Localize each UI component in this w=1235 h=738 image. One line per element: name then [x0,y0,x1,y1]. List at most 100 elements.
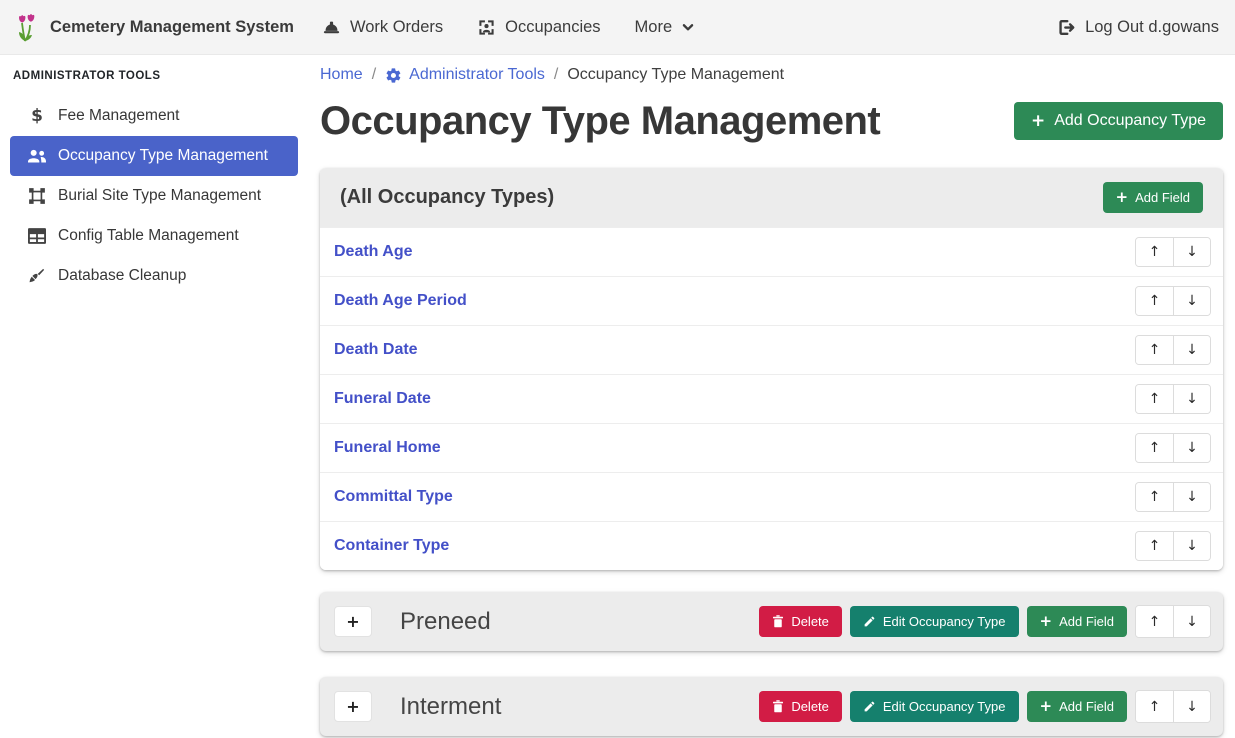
plus-icon: + [1040,614,1053,629]
vector-square-icon [24,187,50,205]
delete-button[interactable]: Delete [759,606,842,637]
move-down-button[interactable]: ↓ [1173,606,1210,637]
edit-occupancy-type-button[interactable]: Edit Occupancy Type [850,606,1019,637]
plus-icon: + [346,612,359,631]
up-arrow-icon: ↑ [1149,293,1161,309]
logout-icon [1057,18,1076,37]
move-up-button[interactable]: ↑ [1136,483,1173,511]
dollar-icon: $ [24,106,50,126]
move-up-button[interactable]: ↑ [1136,385,1173,413]
move-up-button[interactable]: ↑ [1136,434,1173,462]
sidebar-item-fee-management[interactable]: $ Fee Management [10,96,298,136]
move-down-button[interactable]: ↓ [1173,483,1210,511]
down-arrow-icon: ↓ [1186,614,1198,630]
sidebar-item-database-cleanup[interactable]: Database Cleanup [10,256,298,296]
reorder-button-group: ↑ ↓ [1135,237,1211,267]
add-field-label: Add Field [1059,699,1114,714]
add-field-button[interactable]: + Add Field [1027,691,1128,722]
field-row-container-type: Container Type ↑ ↓ [320,521,1223,570]
field-link[interactable]: Death Age Period [334,292,467,310]
down-arrow-icon: ↓ [1186,244,1198,260]
nav-occupancies[interactable]: Occupancies [477,18,600,37]
move-up-button[interactable]: ↑ [1136,238,1173,266]
field-link[interactable]: Funeral Date [334,390,431,408]
move-down-button[interactable]: ↓ [1173,691,1210,722]
add-occupancy-type-button[interactable]: + Add Occupancy Type [1014,102,1223,140]
move-up-button[interactable]: ↑ [1136,336,1173,364]
reorder-button-group: ↑ ↓ [1135,531,1211,561]
breadcrumb-admin-tools-label: Administrator Tools [409,66,545,84]
field-link[interactable]: Funeral Home [334,439,441,457]
reorder-button-group: ↑ ↓ [1135,286,1211,316]
delete-button[interactable]: Delete [759,691,842,722]
up-arrow-icon: ↑ [1149,391,1161,407]
chevron-down-icon [681,20,695,34]
field-link[interactable]: Death Date [334,341,418,359]
move-down-button[interactable]: ↓ [1173,385,1210,413]
app-title: Cemetery Management System [50,18,294,37]
field-row-death-age: Death Age ↑ ↓ [320,227,1223,276]
page-title: Occupancy Type Management [320,98,880,144]
card-header: (All Occupancy Types) + Add Field [320,168,1223,227]
move-up-button[interactable]: ↑ [1136,287,1173,315]
breadcrumb: Home / Administrator Tools / Occupancy T… [320,66,1223,84]
move-up-button[interactable]: ↑ [1136,606,1173,637]
admin-sidebar: ADMINISTRATOR TOOLS $ Fee Management Occ… [0,56,310,738]
sidebar-item-label: Database Cleanup [58,267,186,285]
table-icon [24,228,50,244]
top-navbar: Cemetery Management System Work Orders [0,0,1235,55]
down-arrow-icon: ↓ [1186,489,1198,505]
brand[interactable]: Cemetery Management System [16,11,294,43]
nav-work-orders[interactable]: Work Orders [322,18,443,37]
sidebar-item-label: Occupancy Type Management [58,147,268,165]
down-arrow-icon: ↓ [1186,538,1198,554]
sidebar-item-config-table-management[interactable]: Config Table Management [10,216,298,256]
breadcrumb-separator: / [372,66,376,84]
move-down-button[interactable]: ↓ [1173,532,1210,560]
move-down-button[interactable]: ↓ [1173,336,1210,364]
breadcrumb-admin-tools-link[interactable]: Administrator Tools [385,66,545,84]
up-arrow-icon: ↑ [1149,440,1161,456]
sidebar-item-label: Fee Management [58,107,180,125]
sidebar-item-burial-site-type-management[interactable]: Burial Site Type Management [10,176,298,216]
gear-icon [385,67,402,84]
tulip-logo-icon [16,11,41,43]
add-field-button[interactable]: + Add Field [1103,182,1204,213]
breadcrumb-current: Occupancy Type Management [567,66,784,84]
move-up-button[interactable]: ↑ [1136,532,1173,560]
field-link[interactable]: Death Age [334,243,413,261]
move-down-button[interactable]: ↓ [1173,287,1210,315]
plus-icon: + [1040,699,1053,714]
sidebar-item-label: Config Table Management [58,227,239,245]
field-row-funeral-date: Funeral Date ↑ ↓ [320,374,1223,423]
down-arrow-icon: ↓ [1186,342,1198,358]
down-arrow-icon: ↓ [1186,293,1198,309]
sidebar-item-label: Burial Site Type Management [58,187,261,205]
card-title: (All Occupancy Types) [340,186,554,209]
trash-icon [772,700,784,713]
edit-occupancy-type-label: Edit Occupancy Type [883,614,1006,629]
field-link[interactable]: Container Type [334,537,449,555]
add-field-button[interactable]: + Add Field [1027,606,1128,637]
reorder-button-group: ↑ ↓ [1135,335,1211,365]
move-down-button[interactable]: ↓ [1173,434,1210,462]
expand-button[interactable]: + [334,606,372,637]
expand-button[interactable]: + [334,691,372,722]
breadcrumb-home-link[interactable]: Home [320,66,363,84]
down-arrow-icon: ↓ [1186,440,1198,456]
move-up-button[interactable]: ↑ [1136,691,1173,722]
add-field-label: Add Field [1135,190,1190,205]
sidebar-item-occupancy-type-management[interactable]: Occupancy Type Management [10,136,298,176]
breadcrumb-separator: / [554,66,558,84]
move-down-button[interactable]: ↓ [1173,238,1210,266]
nav-more[interactable]: More [635,18,696,37]
up-arrow-icon: ↑ [1149,614,1161,630]
field-row-death-date: Death Date ↑ ↓ [320,325,1223,374]
nav-more-label: More [635,18,673,37]
reorder-button-group: ↑ ↓ [1135,690,1211,723]
field-link[interactable]: Committal Type [334,488,453,506]
up-arrow-icon: ↑ [1149,699,1161,715]
logout-button[interactable]: Log Out d.gowans [1057,18,1219,37]
section-title: Preneed [400,608,491,636]
edit-occupancy-type-button[interactable]: Edit Occupancy Type [850,691,1019,722]
